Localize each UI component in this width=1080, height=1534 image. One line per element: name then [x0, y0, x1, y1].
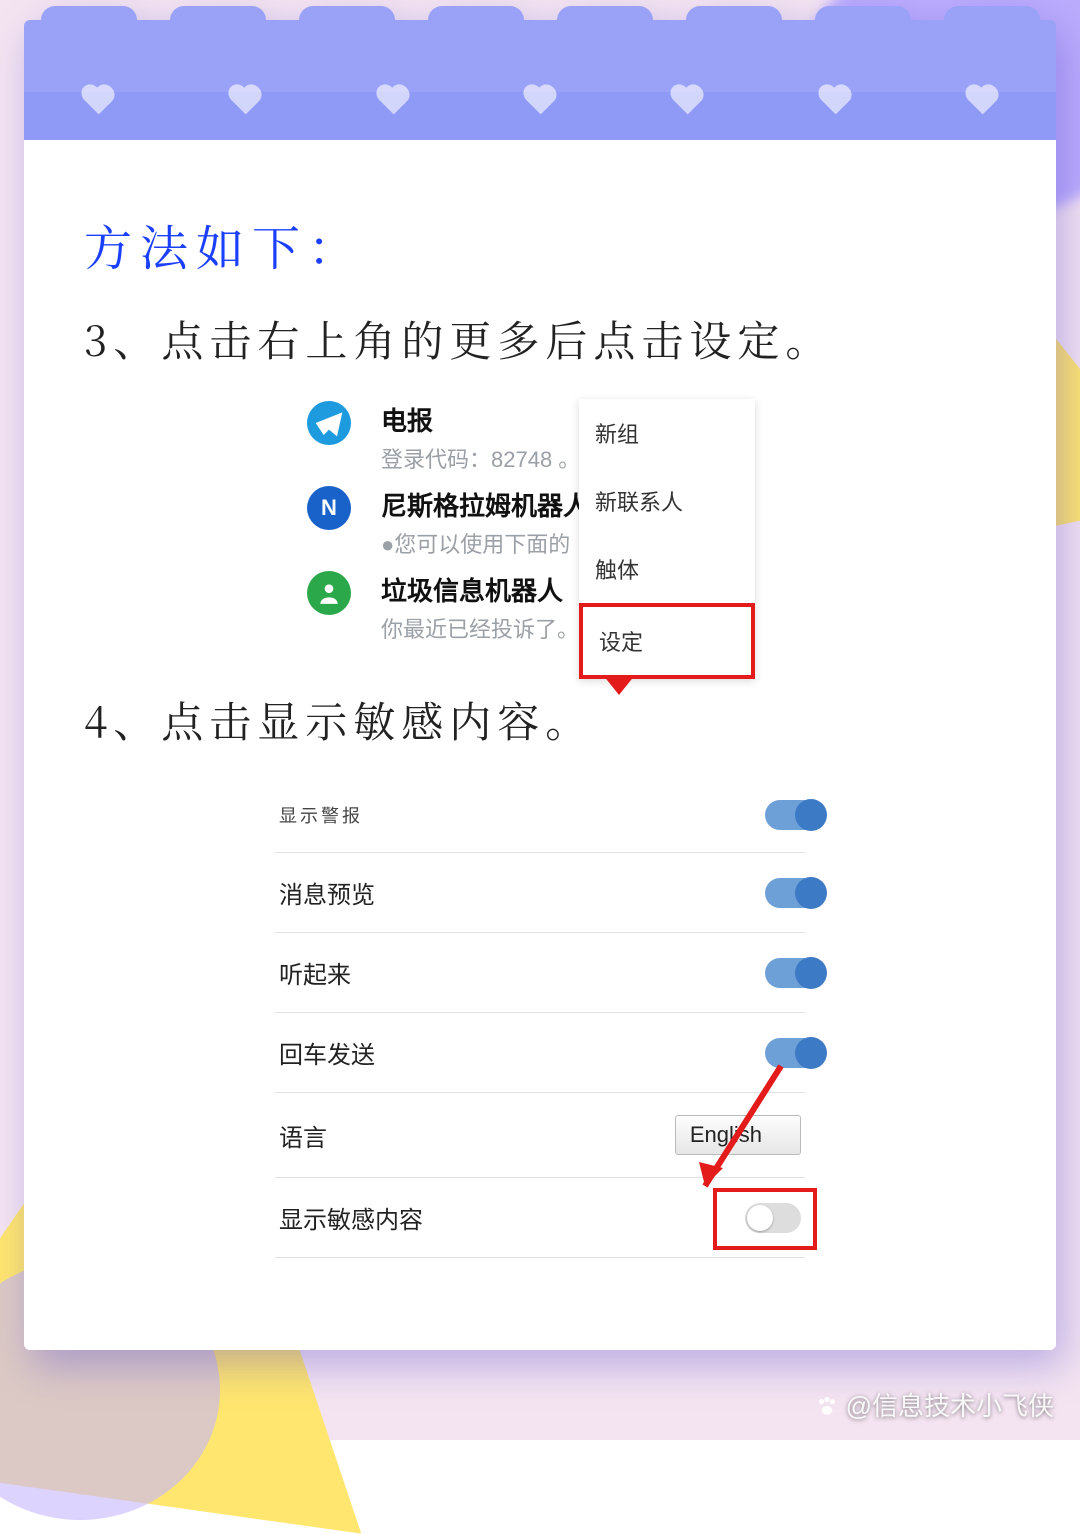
toggle-on-icon[interactable]: [765, 958, 821, 988]
bot-avatar-icon: N: [307, 486, 351, 530]
settings-label: 回车发送: [279, 1035, 375, 1070]
menu-item-new-contact[interactable]: 新联系人: [579, 467, 755, 535]
chat-title: 尼斯格拉姆机器人: [381, 486, 589, 523]
chat-title: 电报: [381, 401, 580, 438]
chat-subtitle: 你最近已经投诉了。: [381, 612, 579, 644]
heart-decor-row: [24, 92, 1056, 110]
settings-row: 显示警报: [275, 800, 805, 852]
settings-label: 听起来: [279, 955, 351, 990]
settings-label: 显示敏感内容: [279, 1200, 423, 1235]
tab-cuts: [24, 6, 1056, 56]
spam-bot-avatar-icon: [307, 571, 351, 615]
paper-content: 方法如下： 3、点击右上角的更多后点击设定。 电报 登录代码：82748 。 N…: [24, 140, 1056, 1350]
settings-label: 显示警报: [279, 802, 363, 828]
author-watermark: @信息技术小飞侠: [814, 1386, 1054, 1426]
section-heading: 方法如下：: [84, 210, 996, 279]
screenshot-settings: 显示警报 消息预览 听起来 回车发送 语言 English 显示敏感内容: [275, 800, 805, 1258]
menu-item-contacts[interactable]: 触体: [579, 535, 755, 603]
chat-title: 垃圾信息机器人: [381, 571, 579, 608]
chat-subtitle: ●您可以使用下面的: [381, 527, 589, 559]
arrow-annotation-icon: [671, 1062, 791, 1212]
step-3-text: 3、点击右上角的更多后点击设定。: [84, 309, 996, 369]
telegram-avatar-icon: [307, 401, 351, 445]
toggle-on-icon[interactable]: [765, 878, 821, 908]
settings-label: 消息预览: [279, 875, 375, 910]
settings-row: 听起来: [275, 932, 805, 1012]
menu-item-settings-highlighted[interactable]: 设定: [579, 603, 755, 679]
settings-label: 语言: [279, 1118, 327, 1153]
settings-row: 消息预览: [275, 852, 805, 932]
chat-subtitle: 登录代码：82748 。: [381, 442, 580, 474]
toggle-on-icon[interactable]: [765, 800, 821, 830]
watermark-text: @信息技术小飞侠: [846, 1391, 1054, 1421]
menu-item-new-group[interactable]: 新组: [579, 399, 755, 467]
paw-icon: [814, 1393, 840, 1426]
dropdown-menu: 新组 新联系人 触体 设定: [579, 399, 755, 679]
step-4-text: 4、点击显示敏感内容。: [84, 690, 996, 750]
screenshot-menu: 电报 登录代码：82748 。 N 尼斯格拉姆机器人 ●您可以使用下面的 垃圾信…: [325, 395, 755, 650]
notebook-tab-strip: [24, 20, 1056, 140]
notebook-card: 方法如下： 3、点击右上角的更多后点击设定。 电报 登录代码：82748 。 N…: [24, 20, 1056, 1400]
